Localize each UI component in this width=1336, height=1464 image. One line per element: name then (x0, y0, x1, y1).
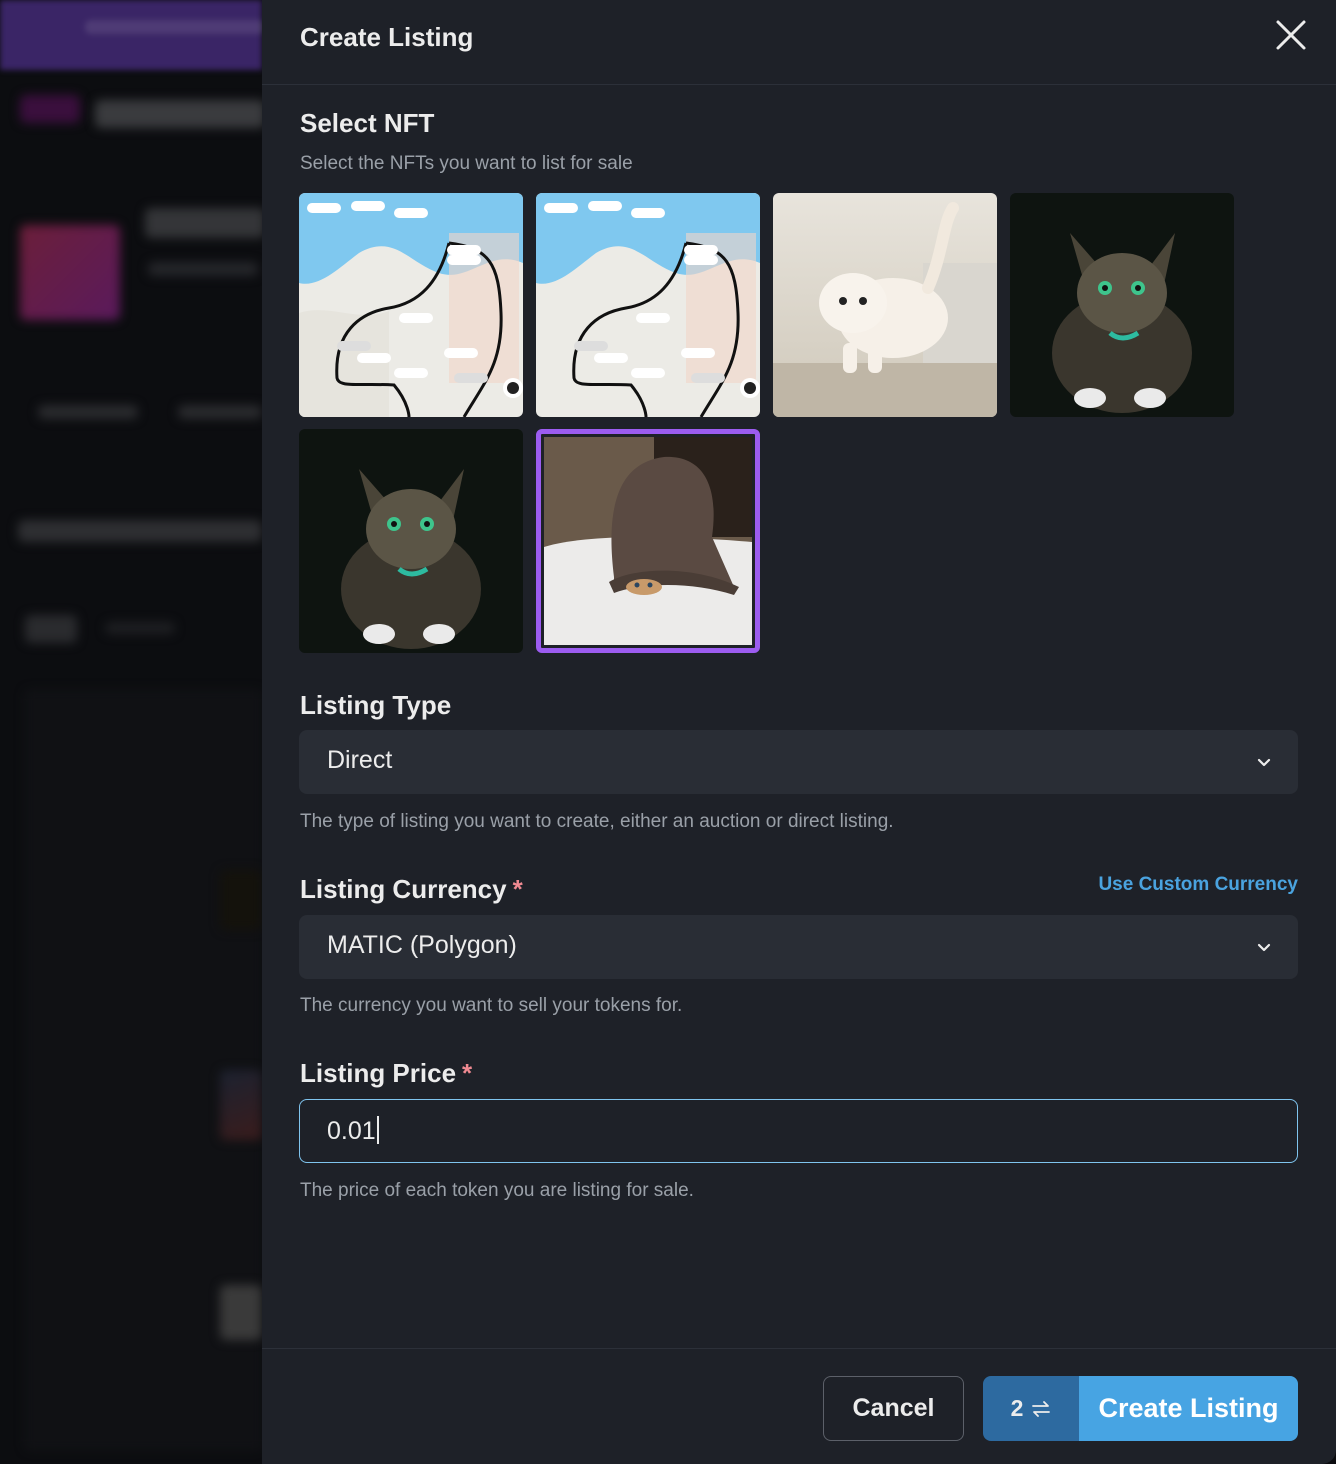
background-row-thumb-2 (220, 1070, 262, 1140)
listing-price-help: The price of each token you are listing … (300, 1180, 694, 1201)
listing-price-input[interactable]: 0.01 (299, 1099, 1298, 1163)
background-chip-label (105, 622, 175, 634)
background-chip (25, 615, 77, 643)
create-listing-modal: Create Listing Select NFT Select the NFT… (262, 0, 1336, 1464)
cancel-button[interactable]: Cancel (823, 1376, 964, 1441)
swap-arrows-icon (1032, 1400, 1051, 1417)
modal-title: Create Listing (300, 22, 474, 52)
listing-type-label-text: Listing Type (300, 690, 452, 720)
listing-currency-label: Listing Currency * (300, 874, 523, 905)
chevron-down-icon (1257, 943, 1271, 952)
text-caret (376, 1116, 379, 1144)
nft-option-map-1[interactable] (299, 193, 523, 417)
nft-image-hat-kitten (544, 437, 752, 645)
listing-price-value: 0.01 (327, 1116, 379, 1146)
listing-currency-value: MATIC (Polygon) (327, 931, 517, 959)
create-listing-label: Create Listing (1079, 1376, 1298, 1441)
use-custom-currency-link[interactable]: Use Custom Currency (1098, 874, 1298, 896)
background-brand-text (95, 100, 262, 128)
background-tab-2 (178, 405, 262, 419)
nft-image-tabby-cat (299, 429, 523, 653)
chevron-down-icon (1257, 758, 1271, 767)
background-row-thumb-3 (220, 1285, 262, 1340)
background-section-heading (18, 520, 262, 542)
listing-currency-help: The currency you want to sell your token… (300, 995, 683, 1016)
nft-option-hat-kitten-selected[interactable] (536, 429, 760, 653)
listing-price-label: Listing Price * (300, 1058, 472, 1089)
modal-header: Create Listing (262, 0, 1336, 85)
nft-image-map (536, 193, 760, 417)
background-contract-title (145, 208, 262, 238)
listing-price-label-text: Listing Price (300, 1058, 457, 1088)
required-asterisk: * (512, 874, 523, 904)
listing-price-text: 0.01 (327, 1117, 376, 1145)
nft-image-map (299, 193, 523, 417)
listing-type-label: Listing Type (300, 690, 451, 721)
nft-option-map-2[interactable] (536, 193, 760, 417)
background-logo (20, 95, 80, 123)
background-contract-subtitle (148, 262, 258, 276)
listing-currency-label-text: Listing Currency (300, 874, 507, 904)
background-page-overlay (0, 0, 262, 1464)
create-listing-button[interactable]: 2 Create Listing (983, 1376, 1298, 1441)
close-button[interactable] (1272, 16, 1310, 54)
transaction-count: 2 (1010, 1395, 1024, 1421)
transaction-count-badge: 2 (983, 1376, 1079, 1441)
background-contract-image (20, 225, 120, 320)
background-tab-explore (38, 405, 138, 419)
background-row-thumb-1 (220, 870, 262, 930)
listing-type-help: The type of listing you want to create, … (300, 811, 894, 832)
nft-image-tabby-cat (1010, 193, 1234, 417)
nft-option-tabby-cat-1[interactable] (1010, 193, 1234, 417)
listing-type-select[interactable]: Direct (299, 730, 1298, 794)
listing-currency-select[interactable]: MATIC (Polygon) (299, 915, 1298, 979)
required-asterisk: * (462, 1058, 473, 1088)
nft-option-white-kitten[interactable] (773, 193, 997, 417)
nft-image-white-kitten (773, 193, 997, 417)
modal-footer: Cancel 2 Create Listing (262, 1348, 1336, 1464)
nft-option-tabby-cat-2[interactable] (299, 429, 523, 653)
background-banner (0, 0, 262, 70)
listing-type-value: Direct (327, 746, 393, 774)
close-icon (1276, 20, 1306, 50)
select-nft-heading: Select NFT (300, 108, 435, 138)
select-nft-subtitle: Select the NFTs you want to list for sal… (300, 153, 633, 174)
